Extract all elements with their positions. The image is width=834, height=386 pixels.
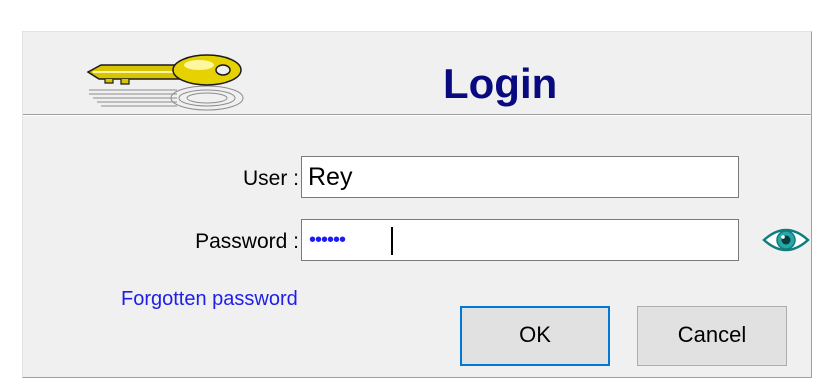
password-label: Password : bbox=[195, 230, 299, 253]
user-label: User : bbox=[242, 167, 299, 190]
dialog-title: Login bbox=[443, 60, 558, 107]
text-caret bbox=[391, 227, 393, 255]
eye-icon[interactable] bbox=[761, 221, 811, 259]
key-icon bbox=[86, 54, 244, 111]
header-separator bbox=[23, 114, 811, 116]
password-input[interactable]: •••••• bbox=[301, 219, 739, 261]
forgotten-password-link[interactable]: Forgotten password bbox=[121, 288, 298, 311]
cancel-button[interactable]: Cancel bbox=[637, 306, 787, 366]
ok-button[interactable]: OK bbox=[460, 306, 610, 366]
user-input[interactable] bbox=[301, 156, 739, 198]
login-dialog: Login User : Password : •••••• Forgotten… bbox=[22, 31, 812, 378]
password-masked-value: •••••• bbox=[309, 229, 346, 251]
